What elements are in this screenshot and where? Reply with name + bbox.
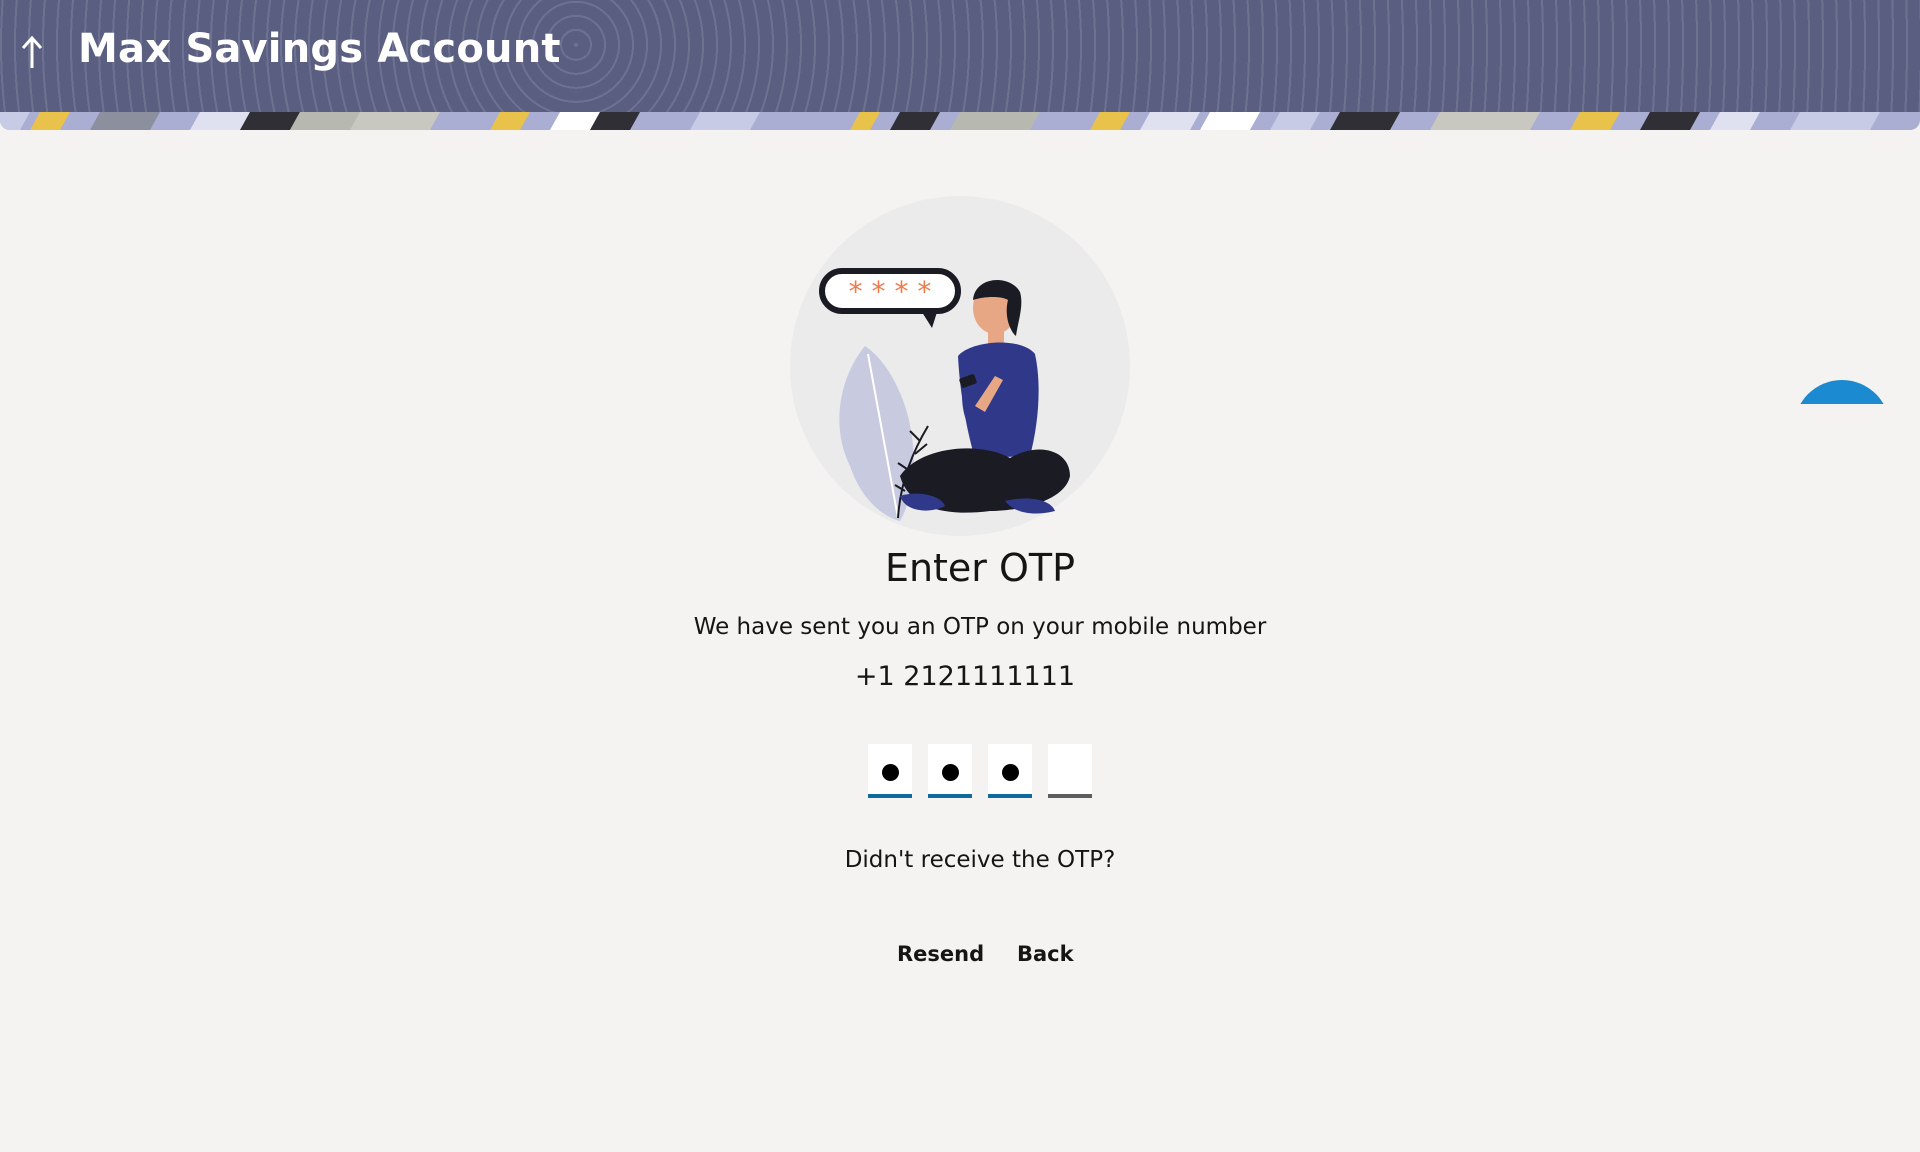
- decorative-banner-strip: [0, 112, 1920, 130]
- resend-question: Didn't receive the OTP?: [844, 847, 1116, 873]
- otp-title: Enter OTP: [884, 546, 1076, 590]
- up-arrow-icon[interactable]: [16, 30, 52, 74]
- masked-digit-dot: [1002, 764, 1019, 781]
- resend-button[interactable]: Resend: [897, 942, 984, 966]
- masked-digit-dot: [942, 764, 959, 781]
- app-header: Max Savings Account: [0, 0, 1920, 112]
- chat-bubble-circle: [1794, 380, 1890, 404]
- otp-digit-3-input[interactable]: [988, 744, 1032, 798]
- otp-subtitle: We have sent you an OTP on your mobile n…: [693, 614, 1267, 640]
- otp-digit-2-input[interactable]: [928, 744, 972, 798]
- otp-illustration: * * * *: [780, 196, 1130, 536]
- masked-digit-dot: [882, 764, 899, 781]
- page-title: Max Savings Account: [78, 26, 561, 72]
- back-button[interactable]: Back: [1017, 942, 1074, 966]
- otp-digit-4-input[interactable]: [1048, 744, 1092, 798]
- chat-bubble-icon[interactable]: [1794, 380, 1890, 404]
- phone-number: +1 2121111111: [854, 661, 1076, 692]
- otp-digit-1-input[interactable]: [868, 744, 912, 798]
- password-asterisks: * * * *: [849, 275, 932, 308]
